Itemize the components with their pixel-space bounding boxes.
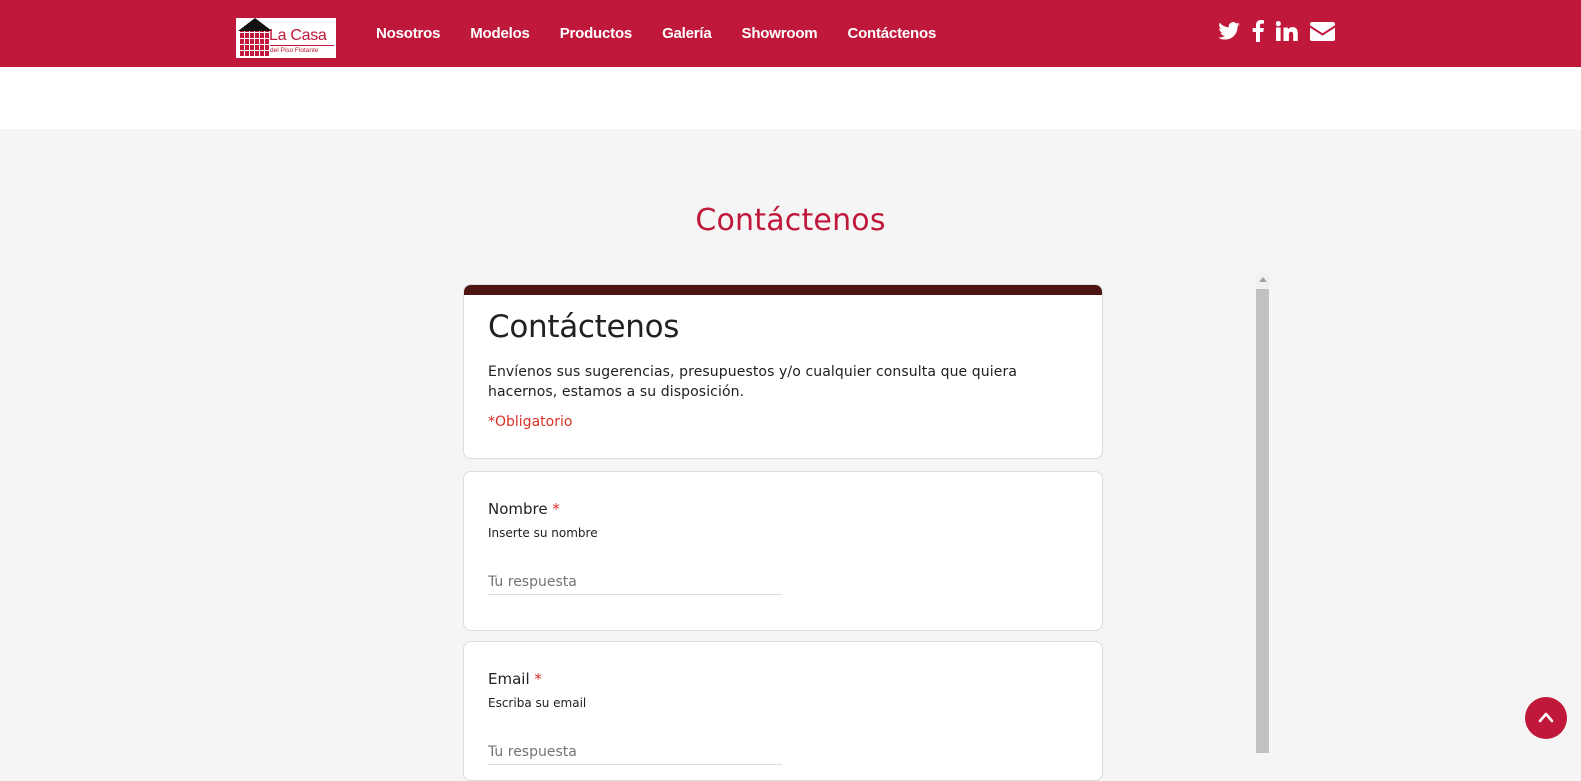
form-header-card: Contáctenos Envíenos sus sugerencias, pr… bbox=[463, 284, 1103, 459]
email-label-text: Email bbox=[488, 670, 530, 688]
name-label: Nombre * bbox=[488, 500, 560, 518]
chevron-up-icon bbox=[1538, 712, 1554, 723]
site-header: La Casa del Piso Flotante Nosotros Model… bbox=[0, 0, 1581, 67]
nav-showroom[interactable]: Showroom bbox=[742, 25, 818, 42]
nav-galeria[interactable]: Galería bbox=[662, 25, 712, 42]
logo-house-wall bbox=[240, 31, 269, 56]
logo[interactable]: La Casa del Piso Flotante bbox=[236, 18, 336, 58]
form-title: Contáctenos bbox=[488, 309, 680, 345]
nav-nosotros[interactable]: Nosotros bbox=[376, 25, 440, 42]
facebook-icon[interactable] bbox=[1252, 20, 1264, 42]
envelope-icon[interactable] bbox=[1310, 21, 1335, 41]
form-accent-bar bbox=[464, 285, 1102, 295]
name-question-card: Nombre * Inserte su nombre bbox=[463, 471, 1103, 631]
required-star: * bbox=[552, 500, 560, 518]
form-scrollbar-thumb[interactable] bbox=[1256, 289, 1269, 753]
linkedin-icon[interactable] bbox=[1276, 21, 1298, 41]
logo-divider bbox=[270, 45, 334, 46]
back-to-top-button[interactable] bbox=[1525, 697, 1567, 739]
social-links bbox=[1218, 20, 1347, 42]
page-title: Contáctenos bbox=[695, 203, 886, 238]
header-spacer bbox=[0, 67, 1581, 129]
name-help-text: Inserte su nombre bbox=[488, 526, 598, 540]
nav-productos[interactable]: Productos bbox=[560, 25, 633, 42]
logo-title: La Casa bbox=[269, 27, 327, 44]
required-star: * bbox=[534, 670, 542, 688]
required-note: *Obligatorio bbox=[488, 414, 573, 430]
nav-contactenos[interactable]: Contáctenos bbox=[847, 25, 936, 42]
main-nav: Nosotros Modelos Productos Galería Showr… bbox=[376, 0, 966, 67]
email-question-card: Email * Escriba su email bbox=[463, 641, 1103, 781]
logo-subtitle: del Piso Flotante bbox=[270, 47, 319, 54]
name-label-text: Nombre bbox=[488, 500, 548, 518]
name-input[interactable] bbox=[488, 570, 782, 595]
scroll-up-arrow-icon[interactable] bbox=[1259, 277, 1267, 282]
email-label: Email * bbox=[488, 670, 542, 688]
twitter-icon[interactable] bbox=[1218, 22, 1240, 40]
logo-house-roof bbox=[238, 18, 272, 31]
form-description: Envíenos sus sugerencias, presupuestos y… bbox=[488, 364, 1018, 400]
email-help-text: Escriba su email bbox=[488, 696, 587, 710]
nav-modelos[interactable]: Modelos bbox=[470, 25, 530, 42]
